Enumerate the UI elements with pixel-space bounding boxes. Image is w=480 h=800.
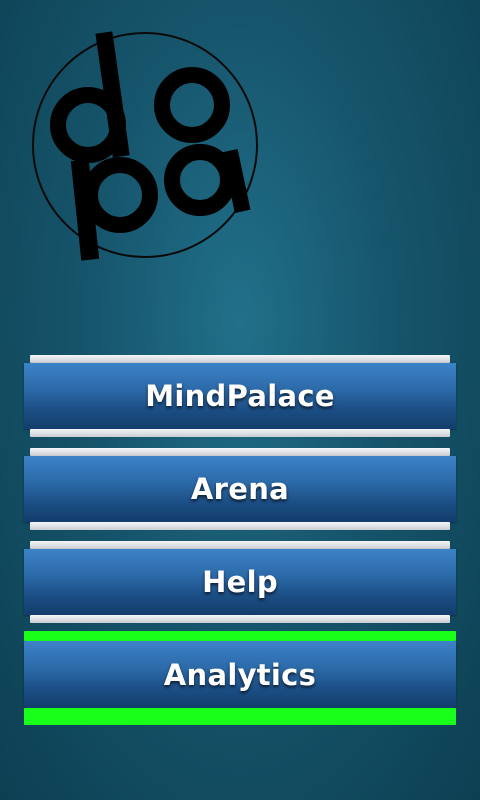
selection-highlight-top [24,631,456,641]
analytics-label: Analytics [163,658,317,692]
arena-label: Arena [190,472,290,506]
selection-highlight-bottom [24,708,456,725]
help-button[interactable]: Help [24,541,456,623]
help-label: Help [202,565,278,599]
analytics-button[interactable]: Analytics [24,631,456,725]
mindpalace-button[interactable]: MindPalace [24,355,456,437]
button-face[interactable]: MindPalace [24,363,456,429]
button-bottom-rail [30,429,450,437]
mindpalace-label: MindPalace [145,379,335,413]
button-top-rail [30,355,450,363]
dopa-logo-icon [30,30,270,270]
button-bottom-rail [30,615,450,623]
button-face[interactable]: Help [24,549,456,615]
button-top-rail [30,448,450,456]
arena-button[interactable]: Arena [24,448,456,530]
button-face[interactable]: Analytics [24,641,456,709]
button-top-rail [30,541,450,549]
button-face[interactable]: Arena [24,456,456,522]
button-bottom-rail [30,522,450,530]
